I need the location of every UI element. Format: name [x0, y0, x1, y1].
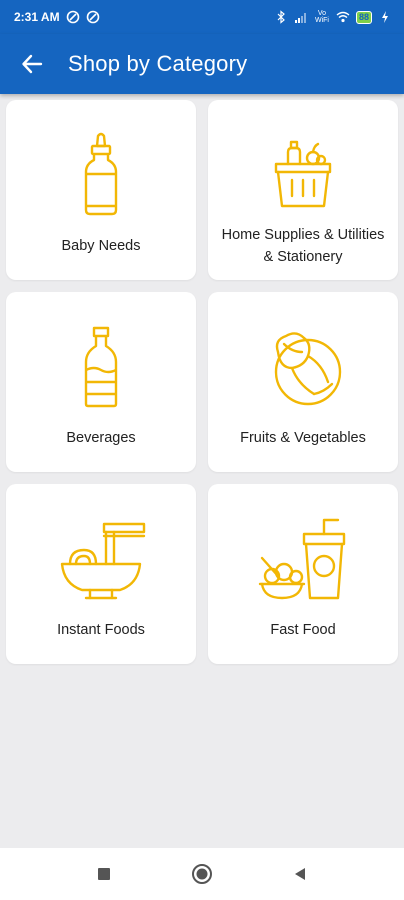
bluetooth-icon	[277, 10, 285, 24]
charging-icon	[382, 11, 388, 23]
signal-icon	[294, 13, 306, 23]
battery-icon: 88	[355, 10, 372, 24]
status-bar: 2:31 AM Vo WiFi 88	[0, 0, 404, 34]
baby-bottle-icon	[56, 130, 146, 220]
page-title: Shop by Category	[68, 51, 248, 76]
basket-icon	[258, 130, 348, 220]
bottle-icon	[56, 322, 146, 412]
category-grid: Baby Needs Home Supplies & Utilities & S…	[6, 100, 399, 664]
category-card-fruits-vegetables[interactable]: Fruits & Vegetables	[208, 292, 398, 472]
category-label: Fast Food	[270, 622, 336, 639]
battery-level: 88	[358, 12, 369, 22]
category-card-baby-needs[interactable]: Baby Needs	[6, 100, 196, 280]
home-button[interactable]	[182, 854, 222, 894]
arrow-left-icon	[22, 54, 43, 74]
category-card-home-supplies[interactable]: Home Supplies & Utilities & Stationery	[208, 100, 398, 280]
fast-food-icon	[258, 514, 348, 604]
circle-icon	[192, 864, 212, 884]
notification-icon	[66, 10, 79, 24]
notification-icon-2	[86, 10, 99, 24]
category-card-instant-foods[interactable]: Instant Foods	[6, 484, 196, 664]
category-label: Fruits & Vegetables	[240, 430, 366, 447]
back-arrow-button[interactable]	[4, 36, 60, 92]
wifi-icon	[336, 11, 350, 23]
category-label: Instant Foods	[57, 622, 145, 639]
category-card-fast-food[interactable]: Fast Food	[208, 484, 398, 664]
category-label: Baby Needs	[61, 238, 141, 255]
triangle-left-icon	[295, 868, 305, 880]
category-label: Beverages	[66, 430, 136, 447]
category-label: Home Supplies & Utilities & Stationery	[221, 227, 385, 265]
cabbage-icon	[258, 322, 348, 412]
system-back-button[interactable]	[280, 854, 320, 894]
category-card-beverages[interactable]: Beverages	[6, 292, 196, 472]
system-nav-bar	[0, 848, 404, 900]
network-label: Vo WiFi	[314, 10, 329, 24]
recents-button[interactable]	[84, 854, 124, 894]
noodle-bowl-icon	[56, 514, 146, 604]
square-icon	[98, 868, 110, 880]
app-bar: Shop by Category	[0, 34, 404, 94]
status-time: 2:31 AM	[14, 10, 60, 24]
